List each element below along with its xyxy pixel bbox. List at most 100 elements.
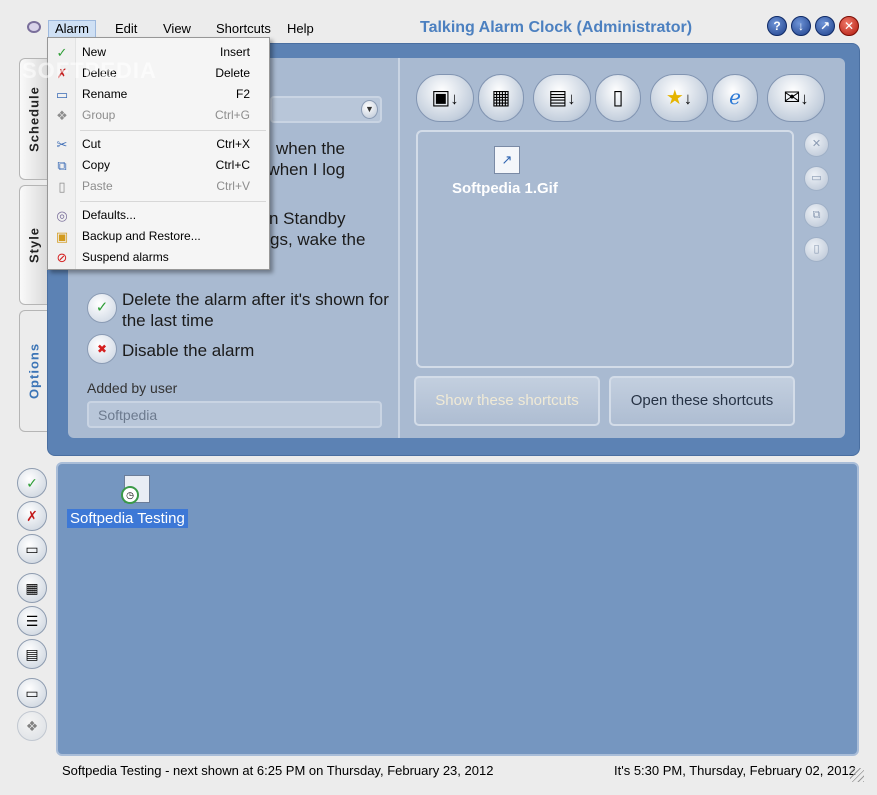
group-button[interactable]: ❖ — [17, 711, 47, 741]
rename-icon: ▭ — [55, 87, 69, 102]
view-details-button[interactable]: ▤ — [17, 639, 47, 669]
ie-icon: ℯ — [729, 87, 741, 109]
menu-edit[interactable]: Edit — [109, 20, 143, 38]
add-document-button[interactable]: ▯ — [595, 74, 641, 122]
grid-view-icon: ▦ — [25, 580, 39, 596]
view-large-icons-button[interactable]: ▦ — [17, 573, 47, 603]
option-line-2: t when I log — [258, 160, 345, 179]
add-folder-button[interactable]: ▤↓ — [533, 74, 591, 122]
paste-icon: ▯ — [58, 179, 66, 194]
view-list-button[interactable]: ☰ — [17, 606, 47, 636]
resize-grip[interactable] — [850, 768, 864, 782]
list-view-icon: ☰ — [25, 613, 39, 629]
delete-alarm-button[interactable]: ✗ — [17, 501, 47, 531]
restore-button[interactable]: ↗ — [815, 16, 835, 36]
menu-item-cut[interactable]: ✂ Cut Ctrl+X — [49, 134, 268, 155]
copy-shortcut-button[interactable]: ⧉ — [804, 203, 829, 228]
check-icon: ✓ — [26, 475, 38, 491]
menu-item-label: Rename — [82, 87, 128, 101]
menu-item-suspend-alarms[interactable]: ⊘ Suspend alarms — [49, 247, 268, 268]
menu-alarm[interactable]: Alarm — [48, 20, 96, 38]
clock-icon: ◷ — [121, 486, 139, 504]
menu-help[interactable]: Help — [281, 20, 320, 38]
menu-item-shortcut: Delete — [215, 66, 250, 80]
alarm-item-label[interactable]: Softpedia Testing — [67, 509, 188, 528]
menu-separator — [80, 201, 266, 202]
properties-shortcut-button[interactable]: ▭ — [804, 166, 829, 191]
add-favorite-button[interactable]: ★↓ — [650, 74, 708, 122]
menu-item-group[interactable]: ❖ Group Ctrl+G — [49, 105, 268, 126]
menu-item-shortcut: Insert — [219, 45, 250, 59]
delete-after-shown-checkbox[interactable]: ✓ — [87, 293, 117, 323]
menu-item-label: Backup and Restore... — [82, 229, 201, 243]
alarm-list-panel[interactable] — [56, 462, 859, 756]
menu-item-label: Group — [82, 108, 116, 122]
tab-schedule-label: Schedule — [26, 86, 41, 152]
menu-separator — [80, 130, 266, 131]
menu-item-label: Paste — [82, 179, 113, 193]
folder-icon: ▤ — [548, 87, 568, 109]
group-icon: ❖ — [56, 108, 68, 123]
added-by-field[interactable]: Softpedia — [87, 401, 382, 428]
envelope-icon: ✉ — [783, 87, 801, 109]
show-shortcuts-button[interactable]: Show these shortcuts — [414, 376, 600, 426]
arrange-button[interactable]: ▭ — [17, 678, 47, 708]
paste-shortcut-button[interactable]: ▯ — [804, 237, 829, 262]
shortcut-list[interactable] — [416, 130, 794, 368]
menu-item-shortcut: Ctrl+X — [216, 137, 250, 151]
backup-icon: ▣ — [55, 229, 69, 244]
window-icon: ▭ — [25, 685, 39, 701]
add-web-link-button[interactable]: ℯ — [712, 74, 758, 122]
tab-style-label: Style — [26, 226, 41, 264]
menu-item-backup-restore[interactable]: ▣ Backup and Restore... — [49, 226, 268, 247]
option-line-1: when the — [276, 139, 345, 158]
menu-item-shortcut: F2 — [235, 87, 250, 101]
menu-item-label: Defaults... — [82, 208, 137, 222]
menu-item-copy[interactable]: ⧉ Copy Ctrl+C — [49, 155, 268, 176]
tab-style[interactable]: Style — [19, 185, 47, 305]
details-view-icon: ▤ — [25, 646, 39, 662]
menu-item-defaults[interactable]: ◎ Defaults... — [49, 205, 268, 226]
remove-shortcut-button[interactable]: ✕ — [804, 132, 829, 157]
status-current-time: It's 5:30 PM, Thursday, February 02, 201… — [614, 763, 856, 778]
folder-grid-icon: ▦ — [491, 87, 511, 109]
menu-item-label: Suspend alarms — [82, 250, 169, 264]
group-select[interactable]: ▼ — [270, 96, 382, 123]
close-button[interactable]: ✕ — [839, 16, 859, 36]
scissors-icon: ✂ — [56, 137, 68, 152]
rename-alarm-button[interactable]: ▭ — [17, 534, 47, 564]
program-icon: ▣ — [431, 87, 451, 109]
file-shortcut-icon[interactable]: ↗ — [494, 146, 520, 174]
menu-shortcuts[interactable]: Shortcuts — [210, 20, 277, 38]
help-button[interactable]: ? — [767, 16, 787, 36]
add-folder-content-button[interactable]: ▦ — [478, 74, 524, 122]
minimize-button[interactable]: ↓ — [791, 16, 811, 36]
menu-item-paste[interactable]: ▯ Paste Ctrl+V — [49, 176, 268, 197]
new-alarm-button[interactable]: ✓ — [17, 468, 47, 498]
menu-view[interactable]: View — [157, 20, 197, 38]
no-entry-icon: ⊘ — [56, 250, 68, 265]
file-shortcut-label[interactable]: Softpedia 1.Gif — [452, 180, 558, 197]
menu-item-shortcut: Ctrl+G — [214, 108, 250, 122]
open-shortcuts-button[interactable]: Open these shortcuts — [609, 376, 795, 426]
star-icon: ★ — [665, 87, 684, 109]
tab-options[interactable]: Options — [19, 310, 47, 432]
chevron-down-icon[interactable]: ▼ — [361, 100, 378, 119]
red-x-icon: ✗ — [26, 508, 38, 524]
add-program-shortcut-button[interactable]: ▣↓ — [416, 74, 474, 122]
watermark: SOFTPEDIA — [22, 58, 157, 83]
disable-alarm-checkbox[interactable]: ✖ — [87, 334, 117, 364]
rename-icon: ▭ — [25, 541, 39, 557]
menu-item-shortcut: Ctrl+V — [216, 179, 250, 193]
app-icon[interactable] — [27, 21, 41, 33]
alarm-item-icon[interactable]: ◷ — [121, 475, 150, 504]
document-icon: ▯ — [612, 87, 624, 109]
add-email-button[interactable]: ✉↓ — [767, 74, 825, 122]
menu-item-label: Cut — [82, 137, 101, 151]
menu-item-shortcut: Ctrl+C — [215, 158, 250, 172]
disable-alarm-label: Disable the alarm — [122, 341, 255, 360]
copy-icon: ⧉ — [57, 158, 67, 173]
defaults-icon: ◎ — [56, 208, 68, 223]
added-by-label: Added by user — [87, 380, 178, 396]
menu-item-rename[interactable]: ▭ Rename F2 — [49, 84, 268, 105]
